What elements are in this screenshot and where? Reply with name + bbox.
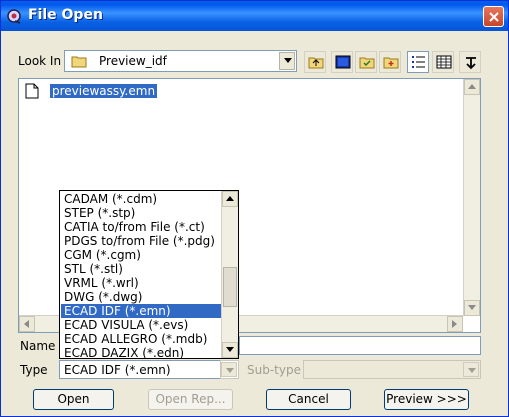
arrow-up-icon	[226, 196, 234, 201]
subtype-label: Sub-type	[247, 363, 301, 377]
scroll-down-button[interactable]	[464, 300, 480, 316]
dropdown-option[interactable]: CATIA to/from File (*.ct)	[61, 220, 221, 234]
look-in-combo[interactable]: Preview_idf	[64, 50, 297, 72]
sort-button[interactable]	[459, 51, 481, 73]
arrow-down-icon	[468, 305, 476, 310]
type-label: Type	[20, 363, 48, 377]
sort-icon	[466, 57, 476, 70]
favorites-button[interactable]	[355, 51, 377, 73]
type-dropdown-button[interactable]	[220, 360, 239, 379]
window-title: File Open	[28, 7, 103, 23]
dropdown-option[interactable]: ECAD VISULA (*.evs)	[61, 318, 221, 332]
scroll-down-button[interactable]	[222, 342, 238, 358]
type-value: ECAD IDF (*.emn)	[64, 363, 171, 377]
look-in-value: Preview_idf	[99, 54, 167, 68]
name-field[interactable]	[239, 336, 481, 355]
file-name: previewassy.emn	[50, 84, 158, 98]
details-view-icon	[436, 55, 452, 69]
scrollbar-thumb[interactable]	[223, 267, 237, 307]
file-icon	[25, 83, 39, 102]
dropdown-option[interactable]: CGM (*.cgm)	[61, 248, 221, 262]
dropdown-option[interactable]: ECAD IDF (*.emn)	[61, 304, 221, 318]
dropdown-option[interactable]: PDGS to/from File (*.pdg)	[61, 234, 221, 248]
name-label: Name	[20, 339, 56, 353]
scroll-up-button[interactable]	[464, 79, 480, 95]
arrow-right-icon	[452, 320, 457, 328]
subtype-combo[interactable]	[303, 360, 481, 379]
list-view-icon	[412, 56, 425, 68]
app-icon	[6, 8, 22, 24]
dropdown-option[interactable]: ECAD DAZIX (*.edn)	[61, 346, 221, 358]
up-folder-button[interactable]	[304, 51, 326, 73]
scroll-up-button[interactable]	[222, 191, 238, 207]
close-button[interactable]	[483, 6, 504, 27]
scroll-right-button[interactable]	[447, 316, 463, 332]
arrow-up-icon	[468, 84, 476, 89]
dropdown-option[interactable]: STL (*.stl)	[61, 262, 221, 276]
up-folder-icon	[308, 57, 324, 69]
details-view-button[interactable]	[432, 51, 454, 73]
desktop-button[interactable]	[331, 51, 353, 73]
chevron-down-icon	[463, 362, 479, 377]
cancel-button[interactable]: Cancel	[266, 389, 351, 410]
type-combo[interactable]: ECAD IDF (*.emn)	[59, 360, 237, 379]
chevron-down-icon[interactable]	[279, 52, 295, 70]
desktop-icon	[335, 55, 351, 69]
close-icon	[489, 12, 499, 22]
new-folder-icon	[383, 57, 399, 69]
list-view-button[interactable]	[407, 51, 429, 73]
folder-icon	[71, 54, 87, 71]
open-button[interactable]: Open	[33, 389, 114, 410]
open-rep-button[interactable]: Open Rep...	[148, 389, 233, 410]
arrow-down-icon	[226, 347, 234, 352]
title-bar[interactable]: File Open	[1, 1, 508, 31]
dropdown-option[interactable]: DWG (*.dwg)	[61, 290, 221, 304]
look-in-label: Look In	[18, 54, 62, 68]
chevron-down-icon	[221, 362, 237, 377]
favorites-icon	[359, 57, 375, 69]
dropdown-option[interactable]: CADAM (*.cdm)	[61, 192, 221, 206]
type-dropdown-list[interactable]: CADAM (*.cdm) STEP (*.stp) CATIA to/from F…	[59, 190, 239, 359]
dropdown-option[interactable]: STEP (*.stp)	[61, 206, 221, 220]
dropdown-option[interactable]: ECAD ALLEGRO (*.mdb)	[61, 332, 221, 346]
dropdown-scrollbar[interactable]	[221, 191, 238, 358]
new-folder-button[interactable]	[379, 51, 401, 73]
scroll-left-button[interactable]	[19, 316, 35, 332]
dropdown-option[interactable]: VRML (*.wrl)	[61, 276, 221, 290]
preview-button[interactable]: Preview >>>	[384, 389, 469, 410]
arrow-left-icon	[24, 320, 29, 328]
vertical-scrollbar[interactable]	[463, 79, 480, 316]
file-open-dialog: File Open Look In Preview_idf previewass…	[0, 0, 509, 417]
